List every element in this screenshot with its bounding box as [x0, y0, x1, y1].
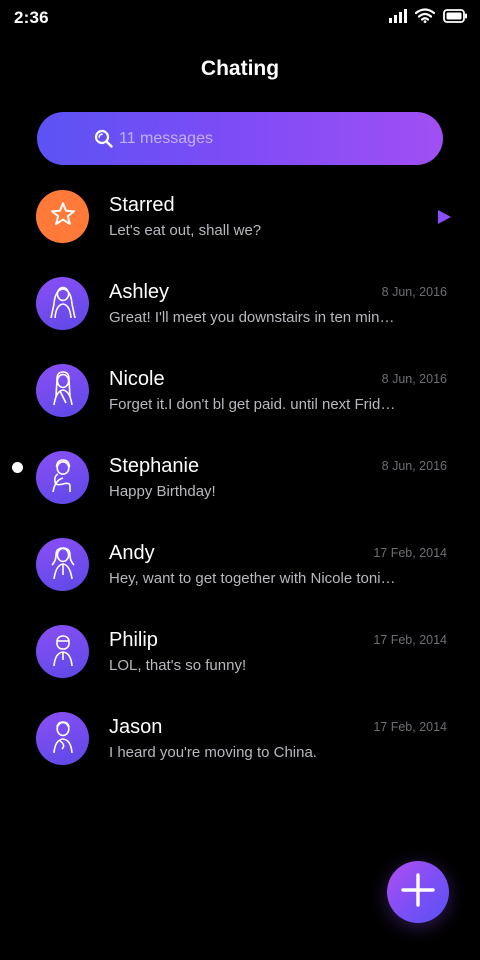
chat-name: Philip: [109, 629, 158, 651]
avatar: [36, 190, 89, 243]
chat-preview: Let's eat out, shall we?: [109, 222, 262, 239]
search-icon: [94, 129, 114, 154]
avatar: [36, 364, 89, 417]
chat-name: Stephanie: [109, 455, 200, 477]
chat-item-andy[interactable]: Andy 17 Feb, 2014 Hey, want to get toget…: [0, 528, 480, 615]
chat-preview: Happy Birthday!: [109, 483, 216, 500]
battery-icon: [443, 8, 468, 23]
user-icon: [48, 458, 78, 497]
status-time: 2:36: [14, 8, 49, 27]
new-chat-button[interactable]: [387, 861, 449, 923]
page-title: Chating: [200, 57, 280, 80]
chat-preview: LOL, that's so funny!: [109, 657, 247, 674]
user-icon: [48, 719, 78, 758]
chat-name: Starred: [109, 194, 175, 216]
chat-item-ashley[interactable]: Ashley 8 Jun, 2016 Great! I'll meet you …: [0, 267, 480, 354]
chat-item-starred[interactable]: Starred Let's eat out, shall we?: [0, 180, 480, 267]
chat-preview: I heard you're moving to China.: [109, 744, 317, 761]
chat-item-philip[interactable]: Philip 17 Feb, 2014 LOL, that's so funny…: [0, 615, 480, 702]
chat-preview: Hey, want to get together with Nicole to…: [109, 570, 399, 587]
avatar: [36, 451, 89, 504]
chat-preview: Great! I'll meet you downstairs in ten m…: [109, 309, 399, 326]
chat-list: Starred Let's eat out, shall we? Ashley …: [0, 180, 480, 789]
chat-item-nicole[interactable]: Nicole 8 Jun, 2016 Forget it.I don't bl …: [0, 354, 480, 441]
avatar: [36, 277, 89, 330]
unread-indicator: [12, 462, 23, 473]
send-icon[interactable]: [436, 209, 452, 230]
user-icon: [48, 284, 78, 323]
wifi-icon: [415, 8, 435, 23]
signal-icon: [389, 8, 407, 23]
status-icons: [389, 8, 468, 23]
chat-item-stephanie[interactable]: Stephanie 8 Jun, 2016 Happy Birthday!: [0, 441, 480, 528]
avatar: [36, 712, 89, 765]
star-icon: [49, 200, 77, 233]
chat-date: 17 Feb, 2014: [373, 546, 447, 560]
chat-preview: Forget it.I don't bl get paid. until nex…: [109, 396, 399, 413]
chat-name: Nicole: [109, 368, 165, 390]
chat-name: Andy: [109, 542, 155, 564]
chat-date: 8 Jun, 2016: [381, 372, 447, 386]
chat-name: Jason: [109, 716, 163, 738]
chat-name: Ashley: [109, 281, 170, 303]
chat-date: 8 Jun, 2016: [381, 285, 447, 299]
chat-date: 17 Feb, 2014: [373, 720, 447, 734]
search-input[interactable]: [119, 112, 419, 165]
avatar: [36, 538, 89, 591]
chat-item-jason[interactable]: Jason 17 Feb, 2014 I heard you're moving…: [0, 702, 480, 789]
status-bar: 2:36: [0, 0, 480, 34]
user-icon: [48, 545, 78, 584]
plus-icon: [401, 872, 435, 912]
avatar: [36, 625, 89, 678]
chat-date: 17 Feb, 2014: [373, 633, 447, 647]
search-bar[interactable]: [37, 112, 443, 165]
chat-date: 8 Jun, 2016: [381, 459, 447, 473]
user-icon: [48, 632, 78, 671]
user-icon: [48, 371, 78, 410]
